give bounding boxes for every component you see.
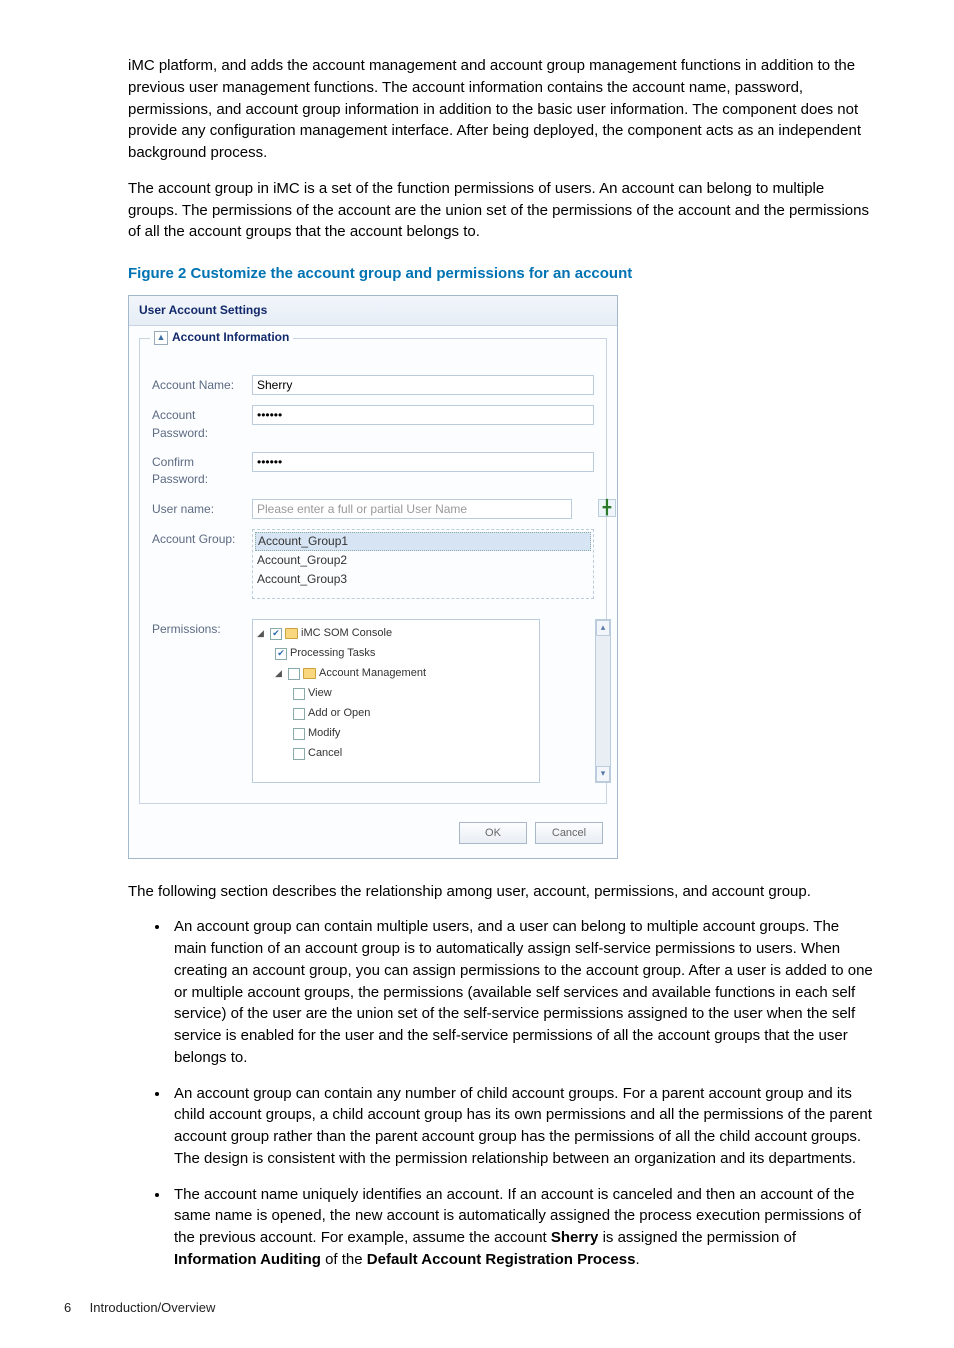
folder-icon bbox=[303, 668, 316, 679]
page-footer: 6 Introduction/Overview bbox=[60, 1299, 894, 1318]
user-name-field[interactable] bbox=[252, 499, 572, 519]
label-confirm-password: Confirm Password: bbox=[152, 452, 252, 489]
scroll-down-icon[interactable]: ▾ bbox=[596, 766, 610, 782]
page-number: 6 bbox=[64, 1299, 86, 1318]
after-paragraph: The following section describes the rela… bbox=[60, 881, 894, 903]
checkbox-icon[interactable] bbox=[293, 688, 305, 700]
tree-label: Account Management bbox=[319, 666, 426, 682]
label-account-group: Account Group: bbox=[152, 529, 252, 599]
list-item[interactable]: Account_Group2 bbox=[255, 551, 591, 570]
checkbox-icon[interactable] bbox=[293, 708, 305, 720]
list-item[interactable]: Account_Group3 bbox=[255, 570, 591, 589]
tree-label: iMC SOM Console bbox=[301, 626, 392, 642]
bullet-item: The account name uniquely identifies an … bbox=[170, 1184, 874, 1271]
tree-label: Add or Open bbox=[308, 706, 370, 722]
tree-scrollbar[interactable]: ▴ ▾ bbox=[595, 619, 611, 783]
bullet-item: An account group can contain any number … bbox=[170, 1083, 874, 1170]
cancel-button[interactable]: Cancel bbox=[535, 822, 603, 844]
fieldset-legend: ▲ Account Information bbox=[150, 329, 293, 346]
tree-leaf[interactable]: View bbox=[257, 684, 535, 704]
tree-node[interactable]: ✔ Processing Tasks bbox=[257, 644, 535, 664]
user-account-settings-dialog: User Account Settings ▲ Account Informat… bbox=[128, 295, 618, 859]
dialog-button-row: OK Cancel bbox=[129, 810, 617, 858]
intro-paragraph-2: The account group in iMC is a set of the… bbox=[60, 178, 894, 243]
tree-leaf[interactable]: Cancel bbox=[257, 744, 535, 764]
tree-label: Processing Tasks bbox=[290, 646, 375, 662]
collapse-up-icon[interactable]: ▲ bbox=[154, 331, 168, 345]
bullet-list: An account group can contain multiple us… bbox=[60, 916, 894, 1270]
fieldset-legend-text: Account Information bbox=[172, 329, 289, 346]
intro-paragraph-1: iMC platform, and adds the account manag… bbox=[60, 55, 894, 164]
confirm-password-field[interactable] bbox=[252, 452, 594, 472]
checkbox-icon[interactable]: ✔ bbox=[275, 648, 287, 660]
checkbox-icon[interactable] bbox=[293, 728, 305, 740]
list-item[interactable]: Account_Group1 bbox=[255, 532, 591, 551]
expand-icon[interactable]: ◢ bbox=[275, 667, 285, 680]
tree-label: Cancel bbox=[308, 746, 342, 762]
footer-section: Introduction/Overview bbox=[90, 1300, 216, 1315]
tree-leaf[interactable]: Add or Open bbox=[257, 704, 535, 724]
checkbox-icon[interactable]: ✔ bbox=[270, 628, 282, 640]
scroll-up-icon[interactable]: ▴ bbox=[596, 620, 610, 636]
tree-label: Modify bbox=[308, 726, 340, 742]
bullet-item: An account group can contain multiple us… bbox=[170, 916, 874, 1068]
figure-caption: Figure 2 Customize the account group and… bbox=[128, 263, 894, 285]
tree-label: View bbox=[308, 686, 332, 702]
account-name-field[interactable] bbox=[252, 375, 594, 395]
expand-icon[interactable]: ◢ bbox=[257, 627, 267, 640]
add-user-icon[interactable]: ╋ bbox=[598, 499, 616, 517]
account-password-field[interactable] bbox=[252, 405, 594, 425]
tree-node-root[interactable]: ◢ ✔ iMC SOM Console bbox=[257, 624, 535, 644]
account-group-listbox[interactable]: Account_Group1 Account_Group2 Account_Gr… bbox=[252, 529, 594, 599]
checkbox-icon[interactable] bbox=[288, 668, 300, 680]
label-permissions: Permissions: bbox=[152, 619, 252, 783]
account-information-fieldset: ▲ Account Information Account Name: Acco… bbox=[139, 338, 607, 804]
ok-button[interactable]: OK bbox=[459, 822, 527, 844]
label-user-name: User name: bbox=[152, 499, 252, 519]
checkbox-icon[interactable] bbox=[293, 748, 305, 760]
permissions-tree[interactable]: ◢ ✔ iMC SOM Console ✔ Processing Tasks ◢… bbox=[252, 619, 540, 783]
dialog-title: User Account Settings bbox=[129, 296, 617, 326]
label-account-name: Account Name: bbox=[152, 375, 252, 395]
tree-leaf[interactable]: Modify bbox=[257, 724, 535, 744]
folder-icon bbox=[285, 628, 298, 639]
tree-node[interactable]: ◢ Account Management bbox=[257, 664, 535, 684]
label-account-password: Account Password: bbox=[152, 405, 252, 442]
